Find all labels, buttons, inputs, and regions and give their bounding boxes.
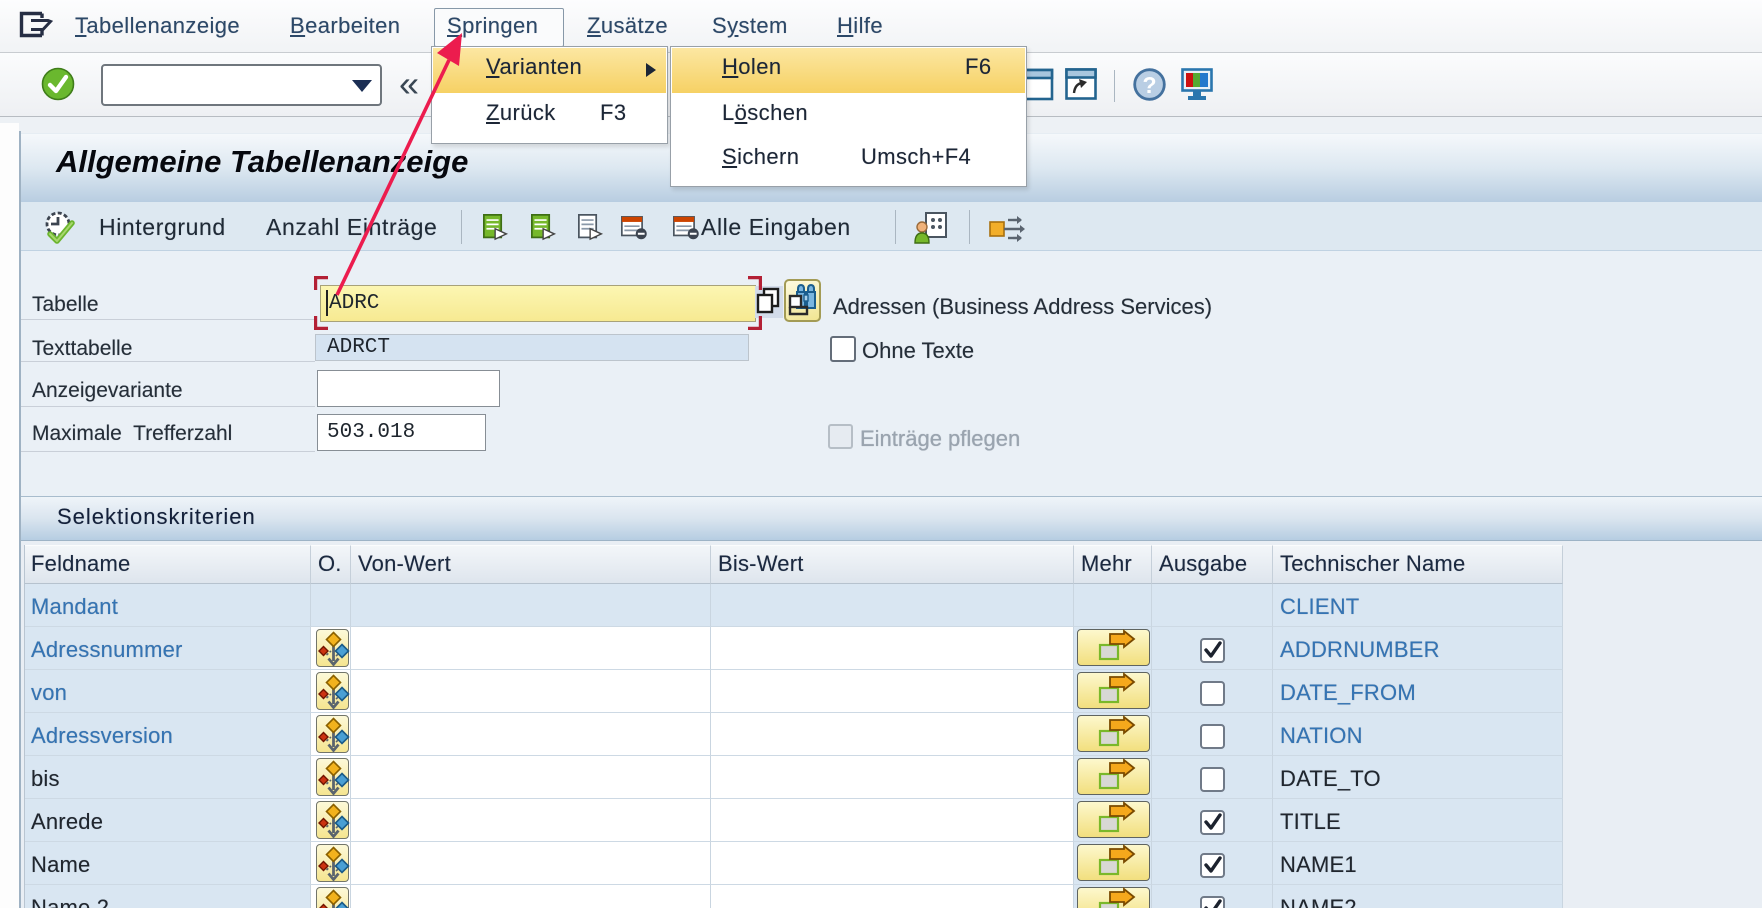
svg-text:?: ? — [1142, 72, 1156, 98]
